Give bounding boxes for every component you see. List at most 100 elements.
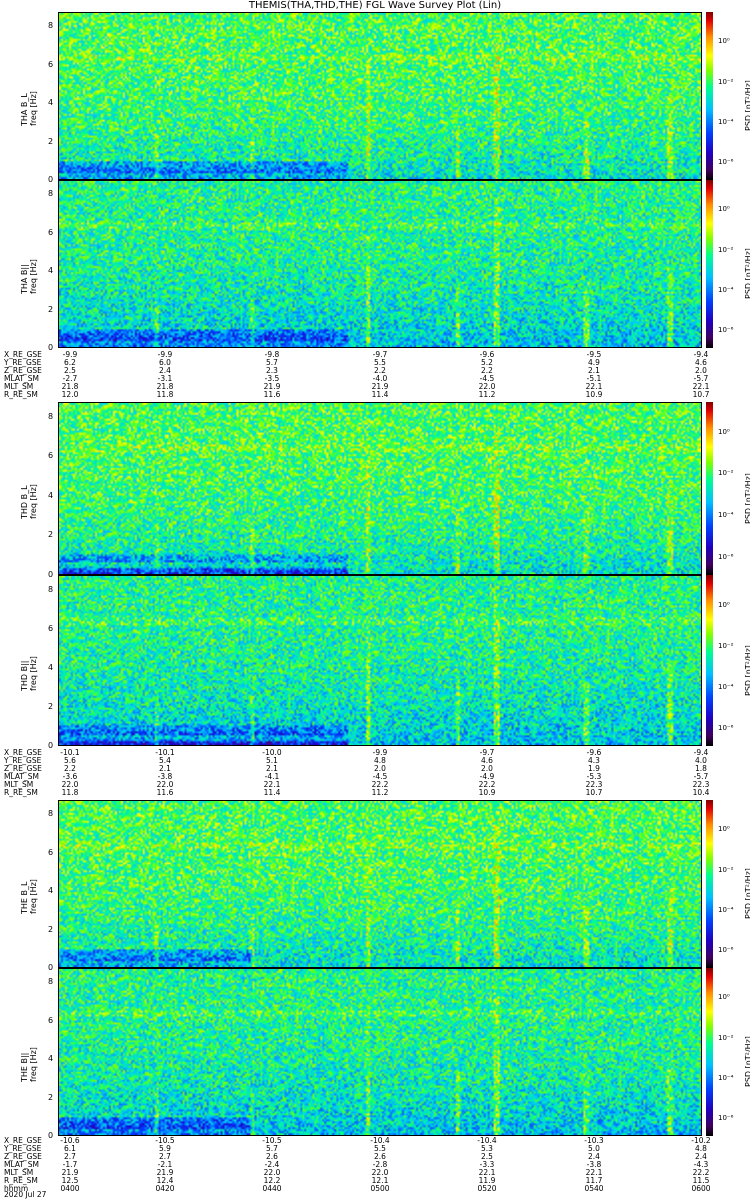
ephemeris-value: 10.9: [478, 788, 496, 797]
freq-unit-label: freq [Hz]: [29, 655, 38, 691]
y-tick-label: 0: [48, 963, 54, 972]
ephemeris-table-the: X_RE_GSE -10.6 -10.5 -10.5 -10.4 -10.4 -10.3 -1…: [0, 1137, 750, 1193]
panel-label: THE B||: [20, 1052, 29, 1082]
y-tick-label: 8: [48, 584, 54, 594]
y-tick-label: 8: [48, 977, 54, 987]
y-axis-label: THA B_L freq [Hz]: [20, 91, 38, 126]
y-tick-label: 4: [48, 266, 54, 276]
ephemeris-value: 11.2: [371, 788, 389, 797]
spectrogram-thd-bperp: [58, 402, 702, 575]
ephemeris-value: 12.0: [61, 390, 79, 399]
freq-unit-label: freq [Hz]: [29, 483, 38, 519]
colorbar-label: PSD [nT²/Hz]: [744, 868, 750, 919]
ephemeris-value: 11.6: [156, 788, 174, 797]
y-tick-label: 4: [48, 886, 54, 896]
colorbar-tick-label: 10⁻⁴: [718, 510, 734, 519]
spectrogram-the-bperp: [58, 800, 702, 968]
colorbar: [706, 12, 713, 180]
ephemeris-row: hhmm 0400 0420 0440 0500 0520 0540 0600: [0, 1185, 750, 1193]
ephemeris-row: R_RE_SM 11.8 11.6 11.4 11.2 10.9 10.7 10.4: [0, 789, 750, 797]
ephemeris-value: 0500: [370, 1184, 390, 1193]
colorbar-tick-label: 10⁻²: [718, 77, 734, 86]
ephemeris-value: 11.2: [478, 390, 496, 399]
ephemeris-value: 11.6: [263, 390, 281, 399]
spectrogram-canvas: [59, 403, 701, 574]
y-tick-label: 4: [48, 490, 54, 500]
colorbar: [706, 968, 713, 1136]
y-tick-label: 2: [48, 530, 54, 540]
y-tick-label: 8: [48, 189, 54, 199]
colorbar: [706, 575, 713, 746]
y-axis-label: THA B|| freq [Hz]: [20, 259, 38, 294]
colorbar-label: PSD [nT²/Hz]: [744, 80, 750, 131]
y-tick-label: 0: [48, 570, 54, 579]
plot-title: THEMIS(THA,THD,THE) FGL Wave Survey Plot…: [248, 0, 502, 11]
ephemeris-value: 0400: [60, 1184, 80, 1193]
y-axis-label: THE B_L freq [Hz]: [20, 879, 38, 914]
colorbar: [706, 800, 713, 968]
y-tick-label: 4: [48, 662, 54, 672]
y-tick-label: 6: [48, 623, 54, 633]
colorbar-tick-label: 10⁻⁴: [718, 117, 734, 126]
spectrogram-canvas: [59, 13, 701, 179]
row-label: R_RE_SM: [4, 788, 38, 797]
freq-unit-label: freq [Hz]: [29, 91, 38, 126]
spectrogram-thd-bpar: [58, 575, 702, 746]
ephemeris-value: 11.8: [61, 788, 79, 797]
ephemeris-value: 10.7: [692, 390, 710, 399]
colorbar-tick-label: 10⁻²: [718, 1033, 734, 1042]
colorbar-tick-label: 10⁻⁴: [718, 682, 734, 691]
colorbar: [706, 402, 713, 575]
panel-label: THD B||: [20, 660, 29, 691]
ephemeris-value: 0420: [155, 1184, 175, 1193]
y-tick-label: 6: [48, 59, 54, 69]
panel-label: THE B_L: [20, 881, 29, 914]
spectrogram-canvas: [59, 576, 701, 745]
ephemeris-table-thd: X_RE_GSE -10.1 -10.1 -10.0 -9.9 -9.7 -9.6 -9.4 Y…: [0, 749, 750, 797]
y-tick-label: 8: [48, 411, 54, 421]
y-tick-label: 2: [48, 924, 54, 934]
colorbar-tick-label: 10⁻²: [718, 865, 734, 874]
colorbar-tick-label: 10⁰: [718, 825, 730, 834]
y-axis-label: THD B|| freq [Hz]: [20, 656, 38, 691]
colorbar-tick-label: 10⁻²: [718, 245, 734, 254]
ephemeris-value: 10.4: [692, 788, 710, 797]
y-tick-label: 8: [48, 21, 54, 31]
ephemeris-table-tha: X_RE_GSE -9.9 -9.9 -9.8 -9.7 -9.6 -9.5 -9.4 Y_RE…: [0, 351, 750, 399]
ephemeris-value: 0540: [584, 1184, 604, 1193]
y-axis-label: THE B|| freq [Hz]: [20, 1047, 38, 1082]
colorbar-tick-label: 10⁻⁴: [718, 1073, 734, 1082]
colorbar-tick-label: 10⁻⁴: [718, 905, 734, 914]
freq-unit-label: freq [Hz]: [29, 879, 38, 914]
colorbar-label: PSD [nT²/Hz]: [744, 644, 750, 696]
ephemeris-value: 10.7: [585, 788, 603, 797]
colorbar-tick-label: 10⁻⁶: [718, 326, 734, 335]
ephemeris-value: 0520: [477, 1184, 497, 1193]
ephemeris-value: 11.4: [263, 788, 281, 797]
colorbar-tick-label: 10⁻⁶: [718, 552, 734, 561]
colorbar-tick-label: 10⁻⁴: [718, 285, 734, 294]
y-tick-label: 2: [48, 304, 54, 314]
ephemeris-value: 0600: [691, 1184, 711, 1193]
colorbar-tick-label: 10⁻²: [718, 641, 734, 650]
freq-unit-label: freq [Hz]: [29, 1047, 38, 1082]
spectrogram-canvas: [59, 801, 701, 967]
y-tick-label: 4: [48, 1054, 54, 1064]
ephemeris-value: 11.4: [371, 390, 389, 399]
panel-label: THD B_L: [20, 484, 29, 519]
colorbar-label: PSD [nT²/Hz]: [744, 472, 750, 524]
date-label: 2020 Jul 27: [4, 1190, 47, 1199]
colorbar-tick-label: 10⁻⁶: [718, 158, 734, 167]
colorbar-tick-label: 10⁰: [718, 427, 730, 436]
colorbar-tick-label: 10⁰: [718, 37, 730, 46]
spectrogram-canvas: [59, 969, 701, 1135]
ephemeris-value: 11.8: [156, 390, 174, 399]
y-tick-label: 8: [48, 809, 54, 819]
colorbar-tick-label: 10⁻⁶: [718, 1114, 734, 1123]
colorbar-tick-label: 10⁻⁶: [718, 723, 734, 732]
colorbar-label: PSD [nT²/Hz]: [744, 248, 750, 299]
y-tick-label: 6: [48, 451, 54, 461]
colorbar-tick-label: 10⁰: [718, 205, 730, 214]
y-tick-label: 2: [48, 1092, 54, 1102]
spectrogram-the-bpar: [58, 968, 702, 1136]
